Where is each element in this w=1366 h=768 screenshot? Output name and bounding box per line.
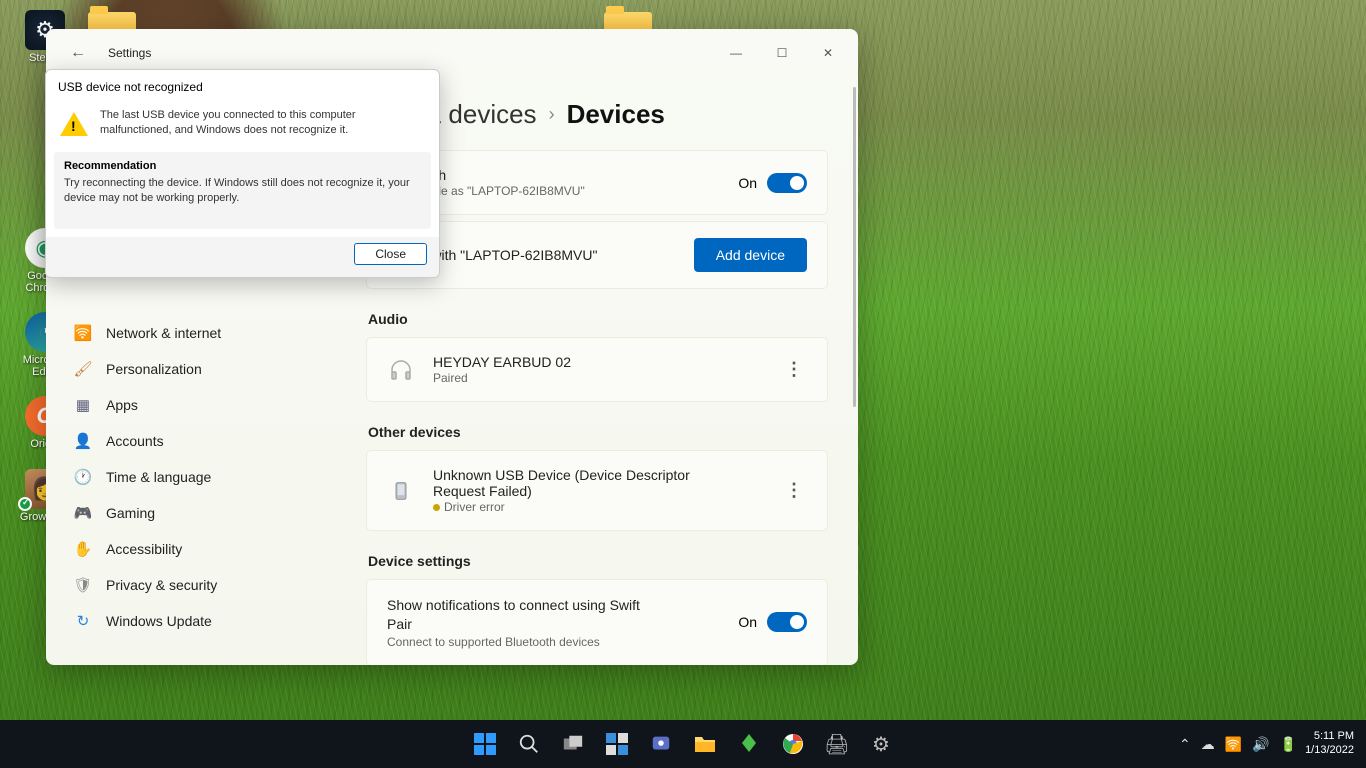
sidebar-item-apps[interactable]: ▦Apps [50,387,342,423]
volume-tray-icon[interactable]: 🔊 [1252,736,1269,753]
audio-header: Audio [368,311,828,327]
audio-device-name: HEYDAY EARBUD 02 [433,354,571,370]
minimize-button[interactable]: — [714,38,758,68]
add-device-button[interactable]: Add device [694,238,807,272]
chevron-right-icon: › [549,104,555,125]
window-title: Settings [108,46,151,60]
wifi-icon: 🛜 [74,324,92,342]
sidebar-item-personalization[interactable]: 🖌Personalization [50,351,342,387]
phone-icon [387,477,415,505]
clock-icon: 🕐 [74,468,92,486]
sidebar-item-privacy[interactable]: 🛡Privacy & security [50,567,342,603]
sims-button[interactable] [730,725,768,763]
onedrive-icon[interactable]: ☁ [1201,736,1215,753]
taskbar-right: ⌃ ☁ 🛜 🔊 🔋 5:11 PM 1/13/2022 [1179,730,1354,758]
recommendation-title: Recommendation [64,160,421,172]
device-settings-header: Device settings [368,553,828,569]
start-button[interactable] [466,725,504,763]
file-explorer-button[interactable] [686,725,724,763]
sidebar-item-time[interactable]: 🕐Time & language [50,459,342,495]
swift-pair-sub: Connect to supported Bluetooth devices [387,635,647,649]
audio-device-card[interactable]: HEYDAY EARBUD 02 Paired ⋮ [366,337,828,402]
widgets-button[interactable] [598,725,636,763]
sidebar-item-gaming[interactable]: 🎮Gaming [50,495,342,531]
search-button[interactable] [510,725,548,763]
gaming-icon: 🎮 [74,504,92,522]
chat-button[interactable] [642,725,680,763]
taskbar: 🖨 ⚙ ⌃ ☁ 🛜 🔊 🔋 5:11 PM 1/13/2022 [0,720,1366,768]
accessibility-icon: ✋ [74,540,92,558]
back-button[interactable]: ← [66,40,90,66]
swift-toggle-label: On [738,614,757,630]
maximize-button[interactable]: ☐ [760,38,804,68]
tray-chevron-icon[interactable]: ⌃ [1179,736,1191,753]
other-devices-header: Other devices [368,424,828,440]
swift-pair-title: Show notifications to connect using Swif… [387,596,647,634]
bluetooth-toggle[interactable] [767,173,807,193]
other-device-card[interactable]: Unknown USB Device (Device Descriptor Re… [366,450,828,531]
sidebar-item-network[interactable]: 🛜Network & internet [50,315,342,351]
taskbar-center: 🖨 ⚙ [466,725,900,763]
brush-icon: 🖌 [74,360,92,378]
swift-pair-card: Show notifications to connect using Swif… [366,579,828,665]
sidebar-item-accounts[interactable]: 👤Accounts [50,423,342,459]
printer-button[interactable]: 🖨 [818,725,856,763]
battery-tray-icon[interactable]: 🔋 [1280,736,1297,753]
sync-checkmark-icon [18,497,32,511]
warning-icon [60,112,88,136]
usb-close-button[interactable]: Close [354,243,427,265]
clock-date: 1/13/2022 [1305,744,1354,758]
accounts-icon: 👤 [74,432,92,450]
other-device-name: Unknown USB Device (Device Descriptor Re… [433,467,743,499]
audio-device-status: Paired [433,371,571,385]
settings-taskbar-button[interactable]: ⚙ [862,725,900,763]
other-device-status: Driver error [433,500,743,514]
shield-icon: 🛡 [74,576,92,594]
sidebar-item-update[interactable]: ↻Windows Update [50,603,342,639]
headphones-icon [387,356,415,384]
usb-recommendation-panel: Recommendation Try reconnecting the devi… [54,152,431,230]
warning-dot-icon [433,504,440,511]
clock-time: 5:11 PM [1305,730,1354,744]
recommendation-text: Try reconnecting the device. If Windows … [64,176,421,206]
usb-error-dialog: USB device not recognized The last USB d… [45,69,440,278]
wifi-tray-icon[interactable]: 🛜 [1225,736,1242,753]
taskbar-clock[interactable]: 5:11 PM 1/13/2022 [1305,730,1354,758]
bluetooth-toggle-label: On [738,175,757,191]
chrome-taskbar-button[interactable] [774,725,812,763]
swift-pair-toggle[interactable] [767,612,807,632]
sidebar-item-accessibility[interactable]: ✋Accessibility [50,531,342,567]
usb-dialog-title: USB device not recognized [46,70,439,102]
task-view-button[interactable] [554,725,592,763]
more-options-button[interactable]: ⋮ [781,355,807,384]
update-icon: ↻ [74,612,92,630]
more-options-button[interactable]: ⋮ [781,476,807,505]
close-window-button[interactable]: ✕ [806,38,850,68]
usb-dialog-message: The last USB device you connected to thi… [100,108,425,138]
apps-icon: ▦ [74,396,92,414]
scrollbar[interactable] [853,87,856,407]
breadcrumb-current: Devices [567,99,665,130]
